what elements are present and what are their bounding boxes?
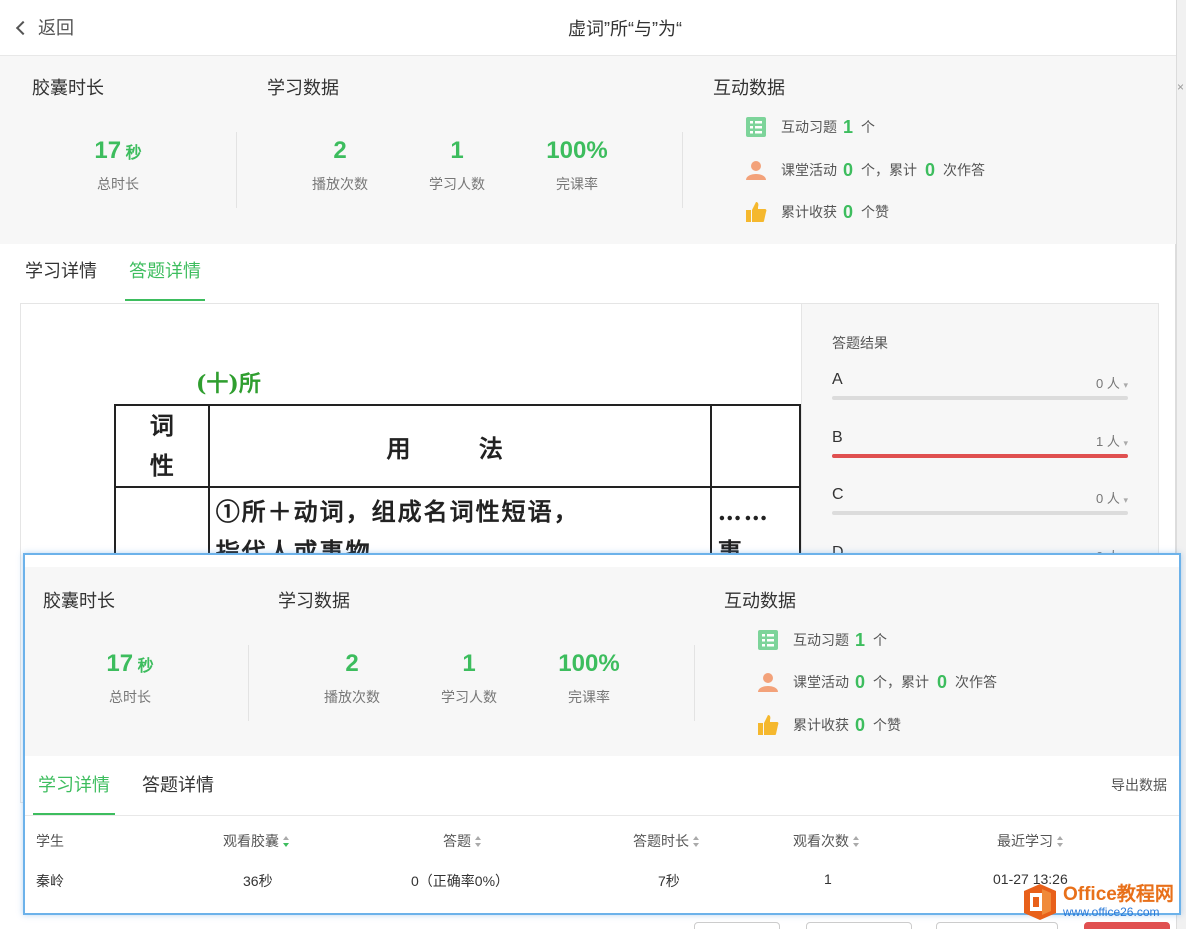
capsule-duration-title: 胶囊时长 <box>32 78 104 98</box>
page: × 返回 虚词”所“与”为“ 胶囊时长 学习数据 互动数据 17 秒 总时长 2… <box>0 0 1186 929</box>
caret-down-icon: ▾ <box>1123 380 1128 390</box>
exercise-list-icon <box>758 630 778 650</box>
activity-row: 课堂活动 0 个，累计 0 次作答 <box>757 671 997 693</box>
sort-icon[interactable] <box>853 836 860 848</box>
column-header-student: 学生 <box>36 833 64 849</box>
answer-option-b[interactable]: B 1 人 ▾ <box>832 429 1128 458</box>
sort-icon[interactable] <box>1057 836 1064 848</box>
dialog-header: 返回 虚词”所“与”为“ <box>0 0 1176 56</box>
stats-panel: 胶囊时长 学习数据 互动数据 17 秒 总时长 2 播放次数 1 学习人数 10… <box>0 56 1176 244</box>
person-icon <box>746 161 766 180</box>
column-header-answer-duration[interactable]: 答题时长 <box>633 831 700 851</box>
answer-option-c[interactable]: C 0 人 ▾ <box>832 486 1128 515</box>
answer-option-bar <box>832 454 1128 458</box>
sort-icon[interactable] <box>693 836 700 848</box>
study-detail-dialog: 胶囊时长 学习数据 互动数据 17 秒 总时长 2 播放次数 1 学习人数 10… <box>23 553 1181 915</box>
thumbs-up-icon <box>746 202 767 222</box>
question-table: 词性 用 法 ①所＋动词，组成名词性短语， 指代人或事物 …… 事， <box>114 404 801 578</box>
completion-stat: 100% 完课率 <box>558 650 620 705</box>
exercise-list-icon <box>746 117 766 137</box>
office26-watermark: Office教程网 www.office26.com <box>1021 880 1186 924</box>
answer-option-count: 1 人 ▾ <box>1096 434 1128 449</box>
interaction-data-title: 互动数据 <box>724 591 796 611</box>
total-duration-stat: 17 秒 总时长 <box>94 137 142 192</box>
learners-stat: 1 学习人数 <box>441 650 497 705</box>
capsule-duration-title: 胶囊时长 <box>43 591 115 611</box>
column-header-watch-capsule[interactable]: 观看胶囊 <box>223 831 290 851</box>
answer-option-label: A <box>832 371 843 388</box>
caret-down-icon: ▾ <box>1123 495 1128 505</box>
exercise-row: 互动习题 1 个 <box>745 116 875 138</box>
answer-results-title: 答题结果 <box>832 335 888 351</box>
answers-value: 0（正确率0%） <box>411 873 510 889</box>
answer-option-count: 0 人 ▾ <box>1096 376 1128 391</box>
study-detail-table: 学生 观看胶囊 答题 答题时长 观看次数 最近学习 秦岭 36秒 0（正确率0%… <box>25 755 1179 913</box>
watermark-title: Office教程网 <box>1063 884 1174 905</box>
tab-answer-detail[interactable]: 答题详情 <box>125 253 205 301</box>
stats-panel: 胶囊时长 学习数据 互动数据 17 秒 总时长 2 播放次数 1 学习人数 10… <box>25 567 1179 756</box>
completion-stat: 100% 完课率 <box>546 137 608 192</box>
answer-option-bar <box>832 396 1128 400</box>
footer-button[interactable] <box>694 922 780 929</box>
exercise-row: 互动习题 1 个 <box>757 629 887 651</box>
thumbs-up-icon <box>758 715 779 735</box>
study-data-title: 学习数据 <box>278 591 350 611</box>
view-count-value: 1 <box>824 871 832 887</box>
answer-option-label: B <box>832 429 843 446</box>
answer-duration-value: 7秒 <box>658 873 680 889</box>
divider <box>682 132 683 208</box>
divider <box>248 645 249 721</box>
detail-tabs: 学习详情 答题详情 <box>0 253 1176 301</box>
learners-stat: 1 学习人数 <box>429 137 485 192</box>
sort-icon[interactable] <box>283 836 290 848</box>
column-header-view-count[interactable]: 观看次数 <box>793 831 860 851</box>
dialog-title: 虚词”所“与”为“ <box>568 19 682 39</box>
divider <box>236 132 237 208</box>
activity-row: 课堂活动 0 个，累计 0 次作答 <box>745 159 985 181</box>
likes-row: 累计收获 0 个赞 <box>757 714 901 736</box>
footer-button[interactable] <box>806 922 912 929</box>
close-icon[interactable]: × <box>1177 80 1184 94</box>
answer-option-bar <box>832 511 1128 515</box>
column-header-last-study[interactable]: 最近学习 <box>997 831 1064 851</box>
question-heading: (十)所 <box>196 371 261 397</box>
answer-option-a[interactable]: A 0 人 ▾ <box>832 371 1128 400</box>
likes-row: 累计收获 0 个赞 <box>745 201 889 223</box>
answer-option-fill <box>832 454 1128 458</box>
study-data-title: 学习数据 <box>267 78 339 98</box>
column-header-answers[interactable]: 答题 <box>443 831 482 851</box>
office-logo <box>1024 884 1056 920</box>
table-header-cell: 用 法 <box>207 404 712 488</box>
watermark-url: www.office26.com <box>1063 905 1160 919</box>
total-duration-stat: 17 秒 总时长 <box>106 650 154 705</box>
table-header-cell <box>709 404 801 488</box>
sort-icon[interactable] <box>475 836 482 848</box>
answer-option-label: C <box>832 486 844 503</box>
answer-option-count: 0 人 ▾ <box>1096 491 1128 506</box>
divider <box>694 645 695 721</box>
watch-capsule-value: 36秒 <box>243 873 273 889</box>
table-header-cell: 词性 <box>114 404 210 488</box>
interaction-data-title: 互动数据 <box>713 78 785 98</box>
tab-study-detail[interactable]: 学习详情 <box>25 253 97 301</box>
caret-down-icon: ▾ <box>1123 438 1128 448</box>
person-icon <box>758 673 778 692</box>
student-name: 秦岭 <box>36 873 64 889</box>
